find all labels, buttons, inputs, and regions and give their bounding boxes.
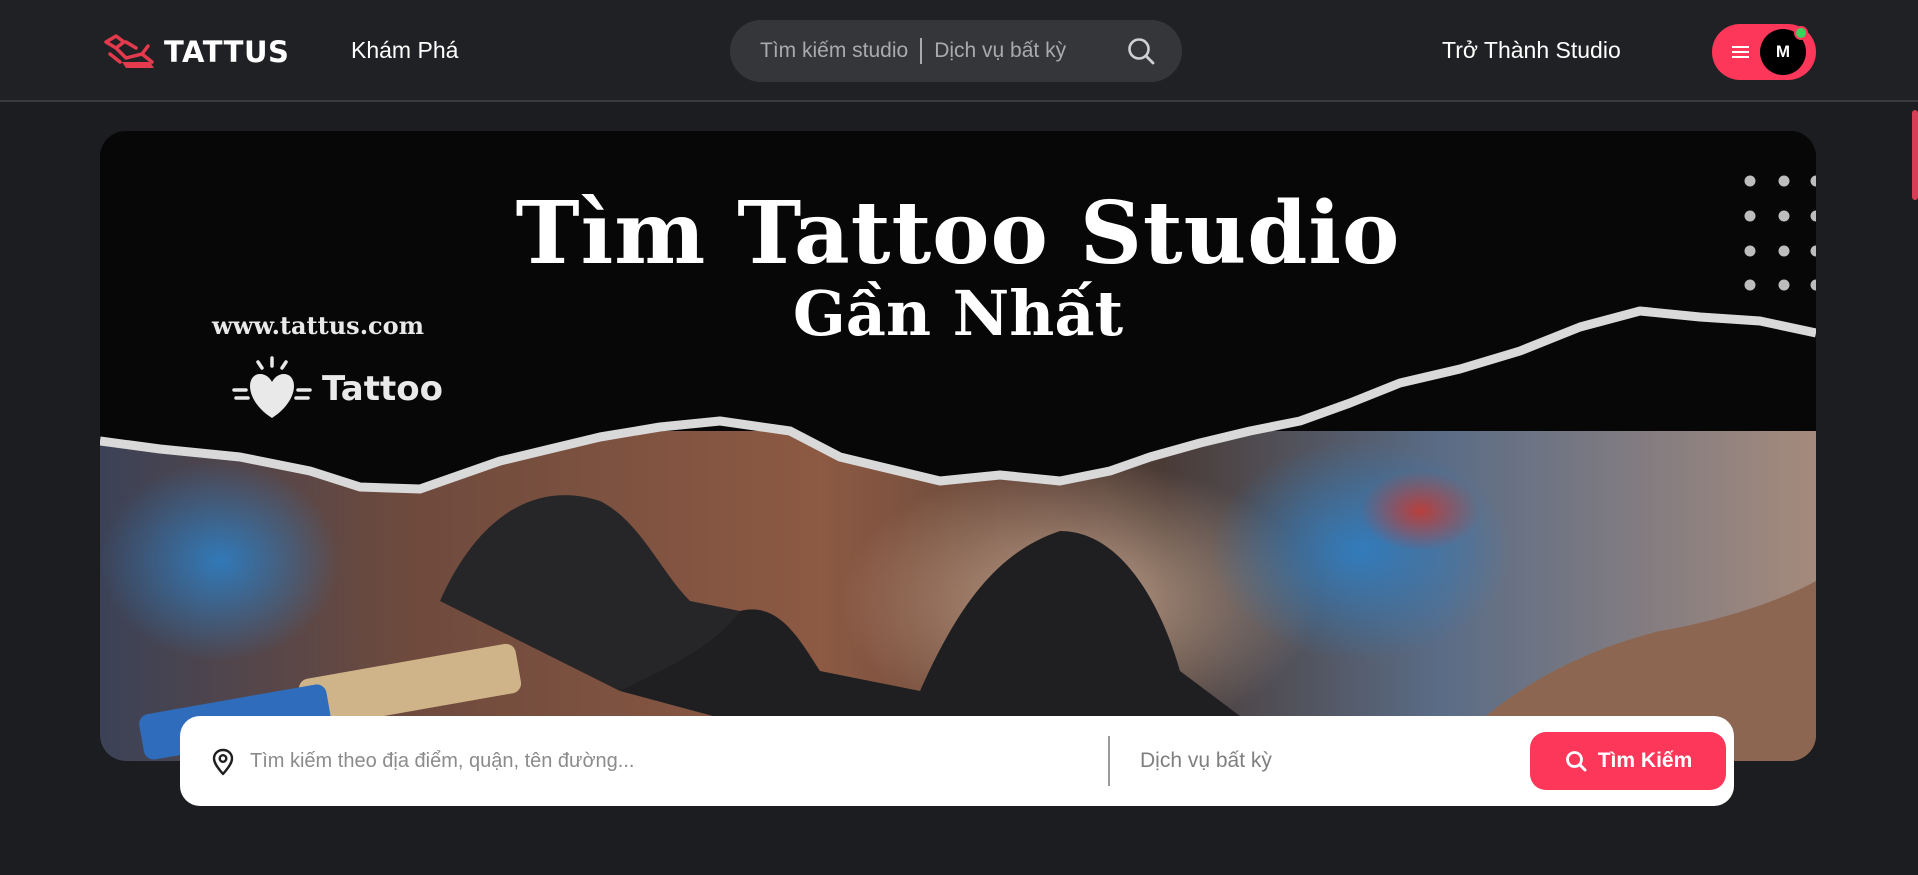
search-submit-label: Tìm Kiếm (1597, 749, 1693, 772)
banner-website-url: www.tattus.com (212, 311, 425, 340)
site-logo[interactable]: TATTUS (102, 30, 289, 74)
banner-brand: Tattoo (230, 356, 443, 422)
search-icon[interactable] (1126, 36, 1156, 66)
header-search-service[interactable]: Dịch vụ bất kỳ (934, 39, 1066, 63)
main-search-divider (1108, 736, 1110, 786)
banner-brand-label: Tattoo (322, 369, 443, 409)
logo-text: TATTUS (164, 35, 290, 69)
decorative-dots (1744, 175, 1816, 291)
hero-banner: Tìm Tattoo Studio Gần Nhất www.tattus.co… (100, 131, 1816, 761)
service-search-input[interactable] (1140, 740, 1500, 782)
hero-title: Tìm Tattoo Studio (515, 183, 1401, 284)
become-studio-link[interactable]: Trở Thành Studio (1442, 37, 1621, 64)
scrollbar-thumb[interactable] (1912, 110, 1918, 200)
main-search-bar: Tìm Kiếm (180, 716, 1734, 806)
user-menu-button[interactable]: M (1712, 24, 1816, 80)
nav-explore-link[interactable]: Khám Phá (351, 37, 458, 64)
search-icon (1565, 751, 1587, 772)
location-pin-icon (212, 748, 234, 776)
top-navbar: TATTUS Khám Phá Tìm kiếm studio Dịch vụ … (0, 0, 1918, 102)
tattoo-machine-logo-icon (104, 34, 154, 68)
header-search-divider (920, 38, 923, 64)
header-search-bar[interactable]: Tìm kiếm studio Dịch vụ bất kỳ (730, 20, 1182, 82)
location-search-input[interactable] (250, 740, 1250, 782)
search-submit-button[interactable]: Tìm Kiếm (1530, 732, 1726, 790)
heart-logo-icon (232, 356, 312, 418)
online-status-dot (1794, 26, 1808, 40)
scrollbar-track[interactable] (1910, 102, 1918, 875)
menu-icon (1732, 46, 1749, 58)
header-search-studio[interactable]: Tìm kiếm studio (760, 39, 908, 63)
